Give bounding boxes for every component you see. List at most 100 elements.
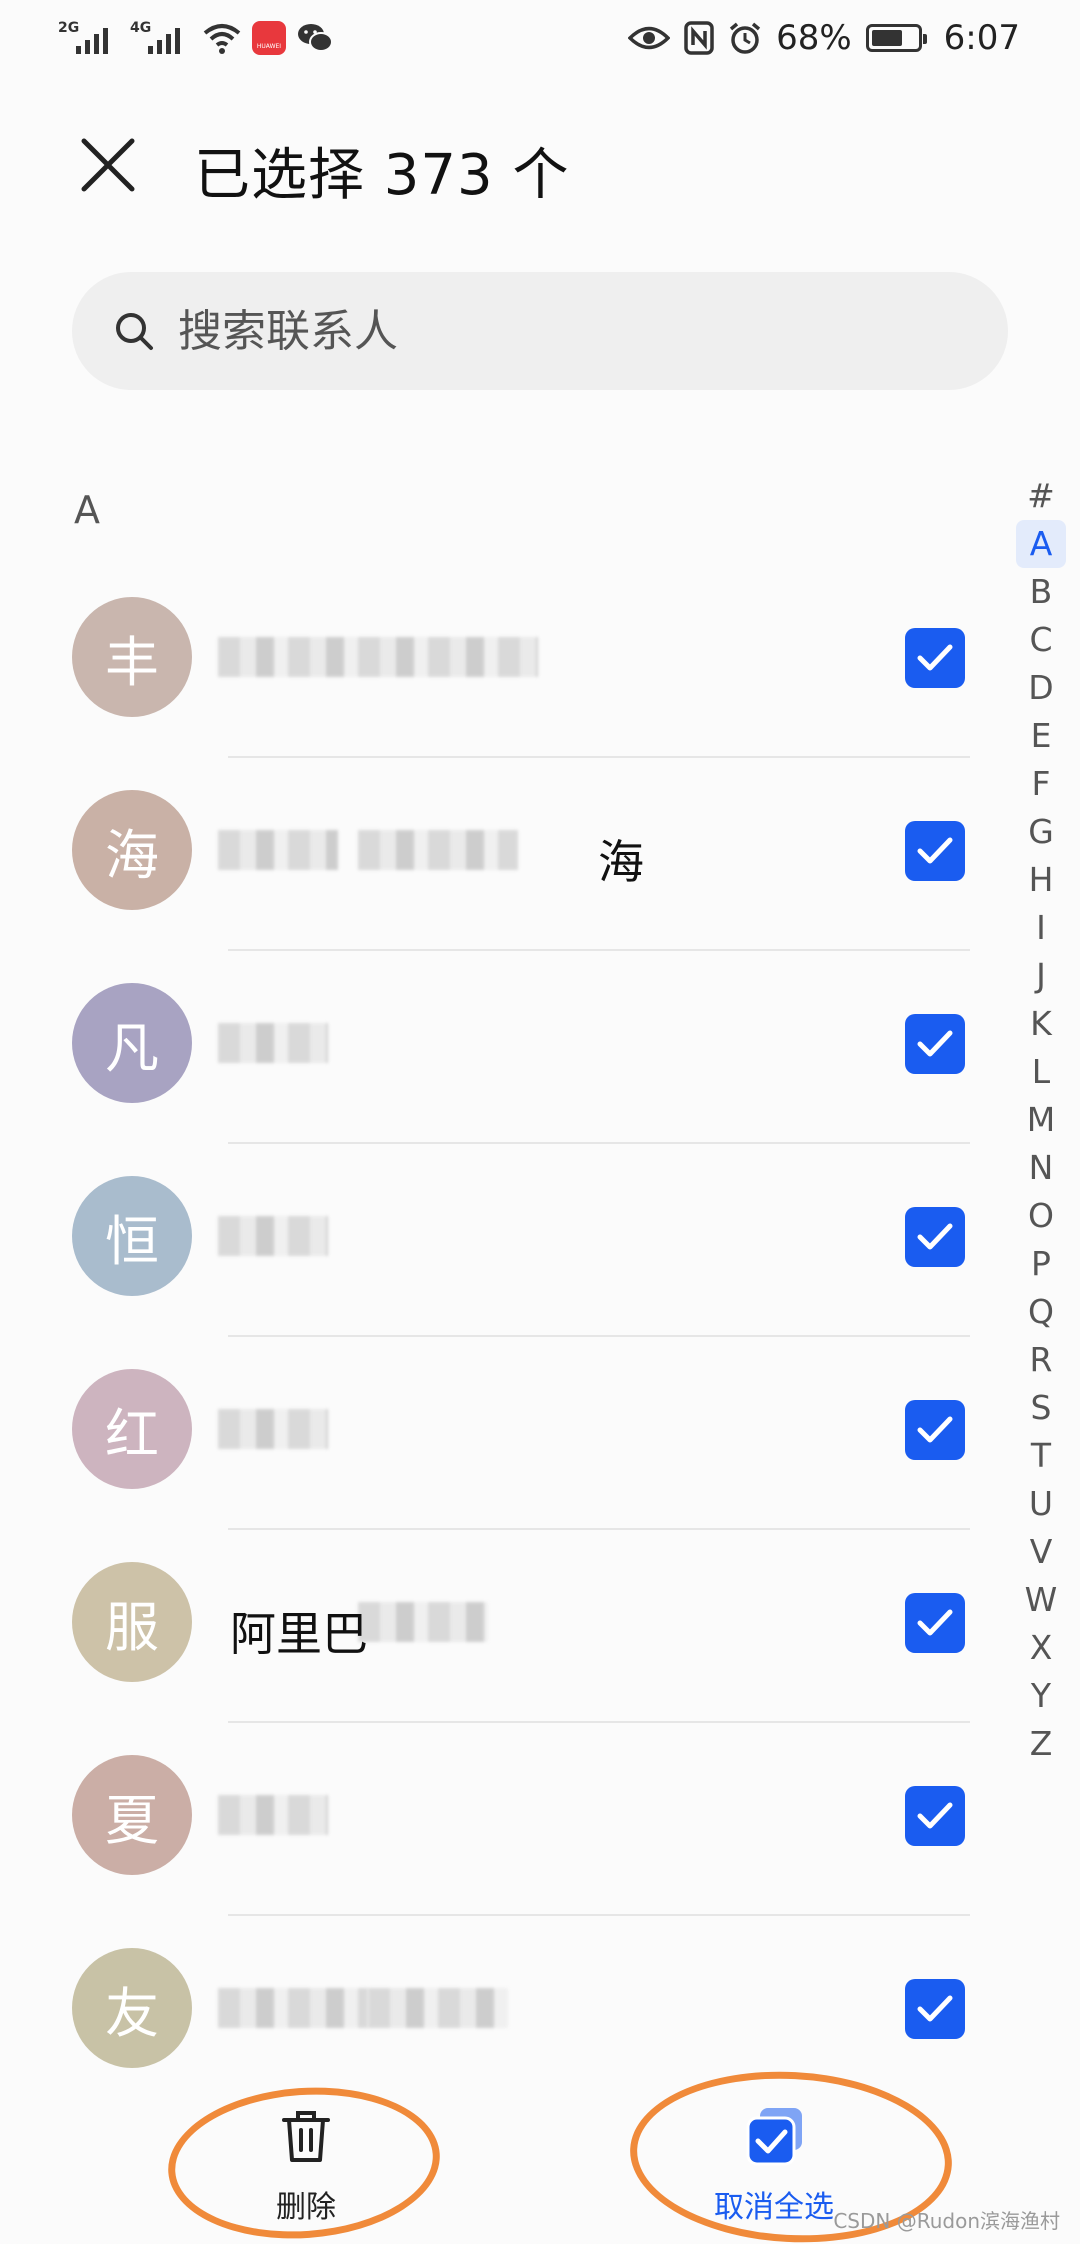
close-icon[interactable]: [78, 135, 138, 195]
checkmark-icon: [917, 1802, 953, 1829]
index-letter[interactable]: L: [1016, 1048, 1066, 1096]
index-letter[interactable]: O: [1016, 1192, 1066, 1240]
select-checkbox[interactable]: [905, 1593, 965, 1653]
index-letter[interactable]: U: [1016, 1480, 1066, 1528]
index-letter[interactable]: W: [1016, 1576, 1066, 1624]
checkmark-icon: [917, 644, 953, 671]
search-input[interactable]: [178, 305, 938, 357]
contact-row[interactable]: 服阿里巴: [0, 1530, 1000, 1723]
contact-name: [218, 1397, 658, 1461]
signal-4g-icon: 4G: [130, 18, 192, 58]
index-letter[interactable]: Q: [1016, 1288, 1066, 1336]
index-letter[interactable]: F: [1016, 760, 1066, 808]
battery-icon: [865, 24, 927, 52]
signal-2g-icon: 2G: [58, 18, 120, 58]
search-icon: [116, 313, 153, 350]
contact-row[interactable]: 夏: [0, 1723, 1000, 1916]
deselect-all-icon: [746, 2108, 802, 2166]
contact-name: [218, 1783, 658, 1847]
battery-percent: 68%: [776, 18, 852, 58]
avatar: 红: [72, 1369, 192, 1489]
redacted-text: [218, 1023, 328, 1063]
avatar: 友: [72, 1948, 192, 2068]
huawei-app-icon: HUAWEI: [252, 21, 286, 55]
index-letter[interactable]: #: [1016, 472, 1066, 520]
contact-row[interactable]: 红: [0, 1337, 1000, 1530]
trash-icon: [282, 2111, 330, 2162]
redacted-text: [358, 1602, 488, 1642]
contact-name: 海: [218, 818, 658, 889]
eye-comfort-icon: [628, 26, 671, 50]
index-letter[interactable]: D: [1016, 664, 1066, 712]
index-letter[interactable]: B: [1016, 568, 1066, 616]
clock: 6:07: [943, 18, 1020, 58]
contact-name-text: 阿里巴: [230, 1607, 368, 1661]
index-letter[interactable]: Y: [1016, 1672, 1066, 1720]
index-letter[interactable]: S: [1016, 1384, 1066, 1432]
contact-row[interactable]: 海海: [0, 758, 1000, 951]
checkmark-icon: [917, 1030, 953, 1057]
avatar: 夏: [72, 1755, 192, 1875]
wechat-icon: [298, 24, 333, 52]
index-letter[interactable]: E: [1016, 712, 1066, 760]
status-bar: 2G 4G HUAWEI 68% 6:07: [0, 0, 1080, 80]
search-bar[interactable]: [72, 272, 1008, 390]
checkmark-icon: [917, 1995, 953, 2022]
index-letter[interactable]: J: [1016, 952, 1066, 1000]
contact-list: 丰海海凡恒红服阿里巴夏友: [0, 565, 1000, 2109]
redacted-text: [218, 830, 338, 870]
checkmark-icon: [917, 837, 953, 864]
index-letter[interactable]: P: [1016, 1240, 1066, 1288]
contact-name: 阿里巴: [218, 1590, 658, 1661]
section-header: A: [74, 488, 100, 532]
index-letter[interactable]: H: [1016, 856, 1066, 904]
select-checkbox[interactable]: [905, 1979, 965, 2039]
select-checkbox[interactable]: [905, 821, 965, 881]
select-checkbox[interactable]: [905, 1014, 965, 1074]
index-letter[interactable]: V: [1016, 1528, 1066, 1576]
contact-row[interactable]: 丰: [0, 565, 1000, 758]
delete-label: 删除: [276, 2190, 336, 2225]
select-checkbox[interactable]: [905, 628, 965, 688]
index-letter[interactable]: N: [1016, 1144, 1066, 1192]
wifi-icon: [203, 24, 241, 54]
index-letter[interactable]: I: [1016, 904, 1066, 952]
redacted-text: [368, 1988, 508, 2028]
redacted-text: [218, 1409, 328, 1449]
contact-name: [218, 1976, 658, 2040]
index-letter[interactable]: C: [1016, 616, 1066, 664]
contact-name: [218, 1011, 658, 1075]
index-letter[interactable]: G: [1016, 808, 1066, 856]
page-title: 已选择 373 个: [194, 143, 570, 208]
contact-row[interactable]: 凡: [0, 951, 1000, 1144]
index-letter[interactable]: M: [1016, 1096, 1066, 1144]
delete-button[interactable]: 删除: [196, 2104, 416, 2226]
select-checkbox[interactable]: [905, 1400, 965, 1460]
alphabet-index[interactable]: # A B C D E F G H I J K L M N O P Q R S T U V W X Y Z: [1016, 472, 1066, 1768]
avatar: 海: [72, 790, 192, 910]
index-letter[interactable]: T: [1016, 1432, 1066, 1480]
redacted-text: [218, 1216, 328, 1256]
checkmark-icon: [917, 1416, 953, 1443]
contact-name: [218, 1204, 658, 1268]
index-letter[interactable]: R: [1016, 1336, 1066, 1384]
index-letter[interactable]: Z: [1016, 1720, 1066, 1768]
contact-name: [218, 625, 658, 689]
index-letter[interactable]: X: [1016, 1624, 1066, 1672]
contact-name-text: 海: [598, 835, 644, 889]
index-letter[interactable]: K: [1016, 1000, 1066, 1048]
nfc-icon: [684, 21, 714, 55]
redacted-text: [218, 637, 538, 677]
avatar: 丰: [72, 597, 192, 717]
alarm-icon: [729, 22, 761, 54]
redacted-text: [358, 830, 518, 870]
avatar: 凡: [72, 983, 192, 1103]
select-checkbox[interactable]: [905, 1207, 965, 1267]
checkmark-icon: [917, 1223, 953, 1250]
redacted-text: [218, 1988, 368, 2028]
avatar: 恒: [72, 1176, 192, 1296]
avatar: 服: [72, 1562, 192, 1682]
select-checkbox[interactable]: [905, 1786, 965, 1846]
index-letter[interactable]: A: [1016, 520, 1066, 568]
contact-row[interactable]: 恒: [0, 1144, 1000, 1337]
